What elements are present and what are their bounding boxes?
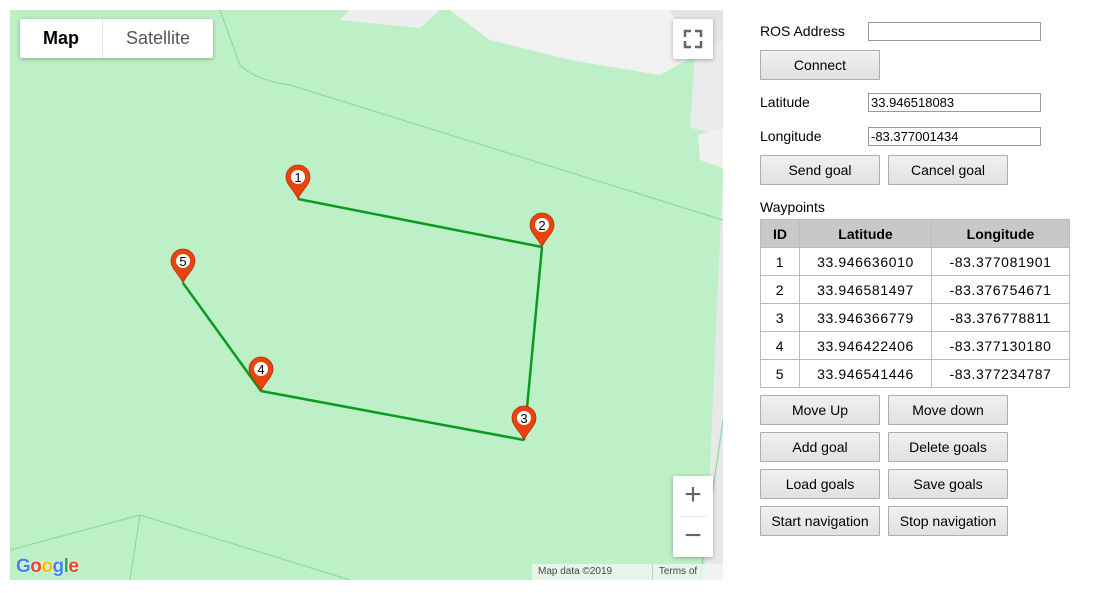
google-logo[interactable]: Google [16,556,79,578]
cell-id: 4 [760,331,800,360]
cell-latitude: 33.946541446 [799,359,932,388]
map-type-map-button[interactable]: Map [20,19,102,58]
stop-navigation-button[interactable]: Stop navigation [888,506,1008,536]
map-view[interactable]: 1 2 3 4 5 Map Satellite + − Google Map data … [10,10,723,580]
latitude-input[interactable] [868,93,1041,112]
building-shape [698,128,723,168]
waypoint-marker-label: 1 [294,170,301,185]
longitude-label: Longitude [760,128,822,144]
column-header-longitude: Longitude [931,219,1070,248]
cell-longitude: -83.376754671 [931,275,1070,304]
map-canvas[interactable]: 1 2 3 4 5 [10,10,723,580]
ros-address-input[interactable] [868,22,1041,41]
waypoint-marker-2[interactable]: 2 [529,212,555,249]
cell-longitude: -83.377234787 [931,359,1070,388]
cell-longitude: -83.377130180 [931,331,1070,360]
route-segment [181,282,263,392]
table-row[interactable]: 5 33.946541446 -83.377234787 [760,359,1070,388]
add-goal-button[interactable]: Add goal [760,432,880,462]
fullscreen-icon [683,29,703,49]
table-header-row: ID Latitude Longitude [760,219,1070,248]
route-segment [260,389,525,442]
zoom-control: + − [673,476,713,557]
connect-button[interactable]: Connect [760,50,880,80]
table-row[interactable]: 1 33.946636010 -83.377081901 [760,247,1070,276]
cell-latitude: 33.946422406 [799,331,932,360]
save-goals-button[interactable]: Save goals [888,469,1008,499]
start-navigation-button[interactable]: Start navigation [760,506,880,536]
waypoint-markers: 1 2 3 4 5 [170,164,555,442]
table-row[interactable]: 3 33.946366779 -83.376778811 [760,303,1070,332]
cell-latitude: 33.946366779 [799,303,932,332]
ros-address-label: ROS Address [760,23,845,39]
cell-id: 3 [760,303,800,332]
map-type-control: Map Satellite [20,19,214,58]
cell-latitude: 33.946636010 [799,247,932,276]
building-shape [450,10,710,75]
cell-id: 2 [760,275,800,304]
waypoint-marker-1[interactable]: 1 [285,164,311,201]
move-down-button[interactable]: Move down [888,395,1008,425]
table-row[interactable]: 4 33.946422406 -83.377130180 [760,331,1070,360]
waypoint-marker-label: 5 [179,254,186,269]
fullscreen-button[interactable] [673,19,713,59]
map-type-satellite-button[interactable]: Satellite [102,19,213,58]
send-goal-button[interactable]: Send goal [760,155,880,185]
building-shape [340,10,440,28]
waypoints-table: ID Latitude Longitude 1 33.946636010 -83… [760,219,1070,388]
load-goals-button[interactable]: Load goals [760,469,880,499]
waypoints-label: Waypoints [760,199,825,215]
table-row[interactable]: 2 33.946581497 -83.376754671 [760,275,1070,304]
zoom-in-button[interactable]: + [673,476,713,516]
cancel-goal-button[interactable]: Cancel goal [888,155,1008,185]
footpath-line [129,514,141,580]
cell-id: 1 [760,247,800,276]
waypoint-marker-5[interactable]: 5 [170,248,196,285]
waypoint-marker-label: 4 [257,362,264,377]
column-header-latitude: Latitude [799,219,932,248]
map-data-credit: Map data ©2019 Google [538,566,613,577]
waypoint-marker-3[interactable]: 3 [511,405,537,442]
cell-id: 5 [760,359,800,388]
cell-longitude: -83.376778811 [931,303,1070,332]
waypoint-marker-4[interactable]: 4 [248,356,274,393]
move-up-button[interactable]: Move Up [760,395,880,425]
waypoint-marker-label: 3 [520,411,527,426]
delete-goals-button[interactable]: Delete goals [888,432,1008,462]
waypoint-marker-label: 2 [538,218,545,233]
terms-of-use-link[interactable]: Terms of Use [651,564,723,580]
longitude-input[interactable] [868,127,1041,146]
zoom-out-button[interactable]: − [673,517,713,557]
route-path [181,197,544,442]
cell-latitude: 33.946581497 [799,275,932,304]
route-segment [297,197,543,249]
latitude-label: Latitude [760,94,810,110]
cell-longitude: -83.377081901 [931,247,1070,276]
column-header-id: ID [760,219,800,248]
map-attribution: Map data ©2019 Google Terms of Use [532,564,723,580]
